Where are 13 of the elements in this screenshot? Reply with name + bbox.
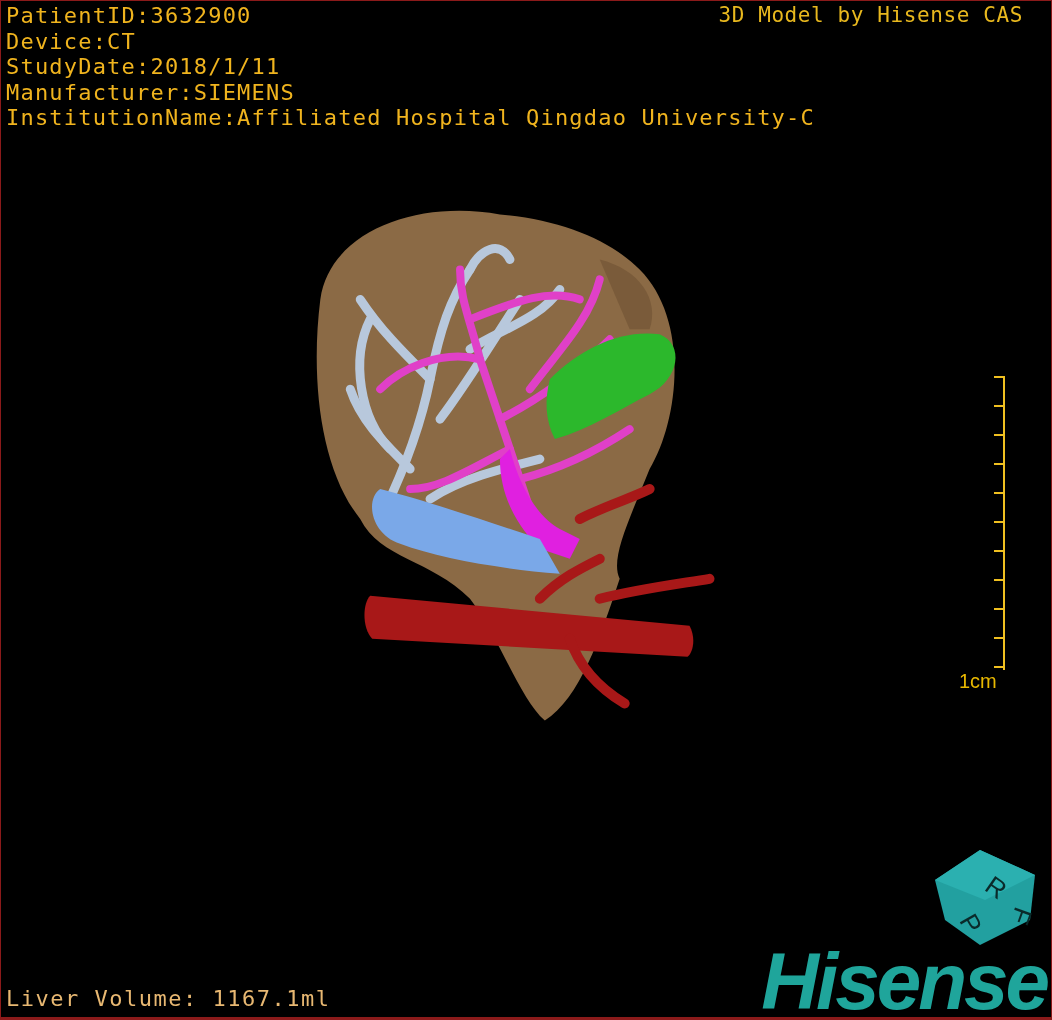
info-text: Manufacturer:SIEMENS xyxy=(6,79,295,105)
cube-face-label: P xyxy=(953,908,989,939)
volume-text: Liver Volume: 1167.1ml xyxy=(5,986,331,1013)
cube-face-label: R xyxy=(979,869,1013,906)
info-text: Device:CT xyxy=(6,28,136,54)
info-text: StudyDate:2018/1/11 xyxy=(6,54,281,80)
scale-label: 1cm xyxy=(959,670,997,693)
credit-text: 3D Model by Hisense CAS xyxy=(718,3,1024,27)
info-text: InstitutionName:Affiliated Hospital Qingdao University-C xyxy=(6,105,815,131)
logo: Hisense xyxy=(761,947,1049,1017)
info-text: PatientID:3632900 xyxy=(6,3,252,29)
scale-bar-icon xyxy=(993,376,1005,670)
cube-face-label: F xyxy=(1004,903,1037,929)
